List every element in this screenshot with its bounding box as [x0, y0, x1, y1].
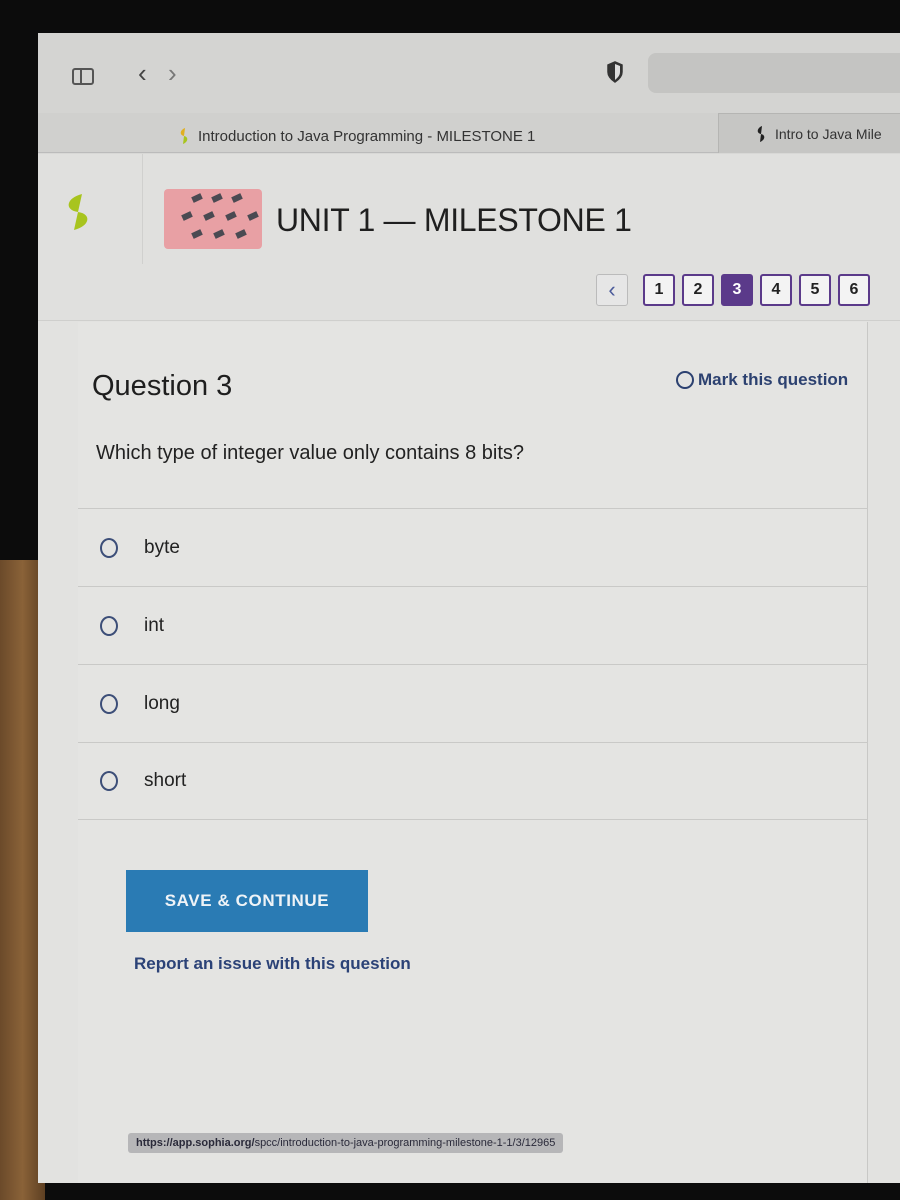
answer-label: int	[144, 614, 165, 636]
report-issue-link[interactable]: Report an issue with this question	[134, 954, 411, 974]
pager-page-6[interactable]: 6	[838, 274, 870, 306]
question-title: Question 3	[92, 370, 233, 402]
status-url-host: https://app.sophia.org/	[136, 1137, 255, 1149]
tab-bar: Introduction to Java Programming - MILES…	[38, 113, 900, 153]
unit-title: UNIT 1 — MILESTONE 1	[276, 202, 632, 238]
pager-page-1[interactable]: 1	[643, 274, 675, 306]
pager-page-2[interactable]: 2	[682, 274, 714, 306]
page: UNIT 1 — MILESTONE 1 ‹ 1 2 3 4 5 6 Quest…	[38, 154, 900, 1183]
answer-option[interactable]: int	[78, 586, 868, 664]
back-button[interactable]: ‹	[138, 60, 147, 86]
radio-icon[interactable]	[100, 771, 118, 791]
save-continue-button[interactable]: SAVE & CONTINUE	[126, 870, 368, 932]
question-pager: ‹ 1 2 3 4 5 6	[596, 274, 870, 306]
tab-label: Intro to Java Mile	[775, 125, 882, 142]
radio-icon[interactable]	[100, 693, 118, 714]
status-url-bar: https://app.sophia.org/spcc/introduction…	[128, 1133, 564, 1153]
left-rail	[38, 154, 143, 264]
unit-thumbnail	[164, 189, 262, 249]
question-text: Which type of integer value only contain…	[96, 442, 525, 464]
forward-button[interactable]: ›	[168, 60, 177, 86]
radio-icon[interactable]	[100, 615, 118, 636]
pager-page-3[interactable]: 3	[721, 274, 753, 306]
mark-radio-icon	[676, 371, 694, 389]
pager-page-5[interactable]: 5	[799, 274, 831, 306]
address-bar[interactable]	[648, 53, 900, 93]
sidebar-toggle-icon[interactable]	[72, 68, 94, 85]
browser-toolbar: ‹ ›	[38, 33, 900, 113]
answer-label: byte	[144, 536, 180, 558]
answer-option[interactable]: long	[78, 664, 868, 742]
answer-option[interactable]: short	[78, 742, 868, 820]
graduation-caps-pattern	[181, 193, 259, 239]
tab-label: Introduction to Java Programming - MILES…	[198, 127, 536, 145]
pager-prev-button[interactable]: ‹	[596, 274, 628, 306]
shield-icon[interactable]	[606, 61, 624, 83]
status-url-path: spcc/introduction-to-java-programming-mi…	[254, 1137, 556, 1149]
tab-active[interactable]: Introduction to Java Programming - MILES…	[178, 121, 535, 151]
mark-question-toggle[interactable]: Mark this question	[676, 370, 848, 390]
pager-page-4[interactable]: 4	[760, 274, 792, 306]
answer-label: short	[144, 770, 187, 791]
answer-option[interactable]: byte	[78, 508, 868, 586]
question-panel: Question 3 Mark this question Which type…	[78, 322, 868, 1183]
page-header: UNIT 1 — MILESTONE 1 ‹ 1 2 3 4 5 6	[38, 154, 900, 321]
browser-window: ‹ › Introduction to Java Programming - M…	[38, 33, 900, 1183]
mark-label: Mark this question	[698, 370, 849, 389]
sophia-logo-icon[interactable]	[60, 192, 96, 232]
radio-icon[interactable]	[100, 537, 118, 558]
answer-list: byte int long short	[78, 508, 868, 820]
sophia-logo-icon	[180, 128, 188, 144]
answer-label: long	[144, 692, 180, 714]
tab-inactive[interactable]: Intro to Java Mile	[718, 113, 900, 153]
sophia-logo-icon	[757, 125, 765, 142]
